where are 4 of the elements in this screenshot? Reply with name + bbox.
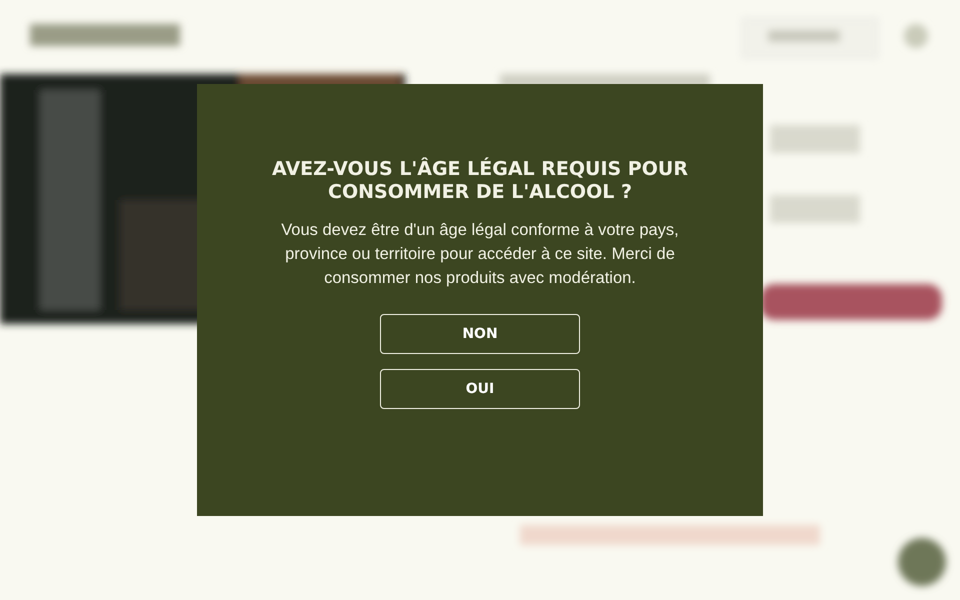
dialog-title: AVEZ-VOUS L'ÂGE LÉGAL REQUIS POUR CONSOMMER DE L'ALCOOL ? [271, 158, 689, 204]
decline-button[interactable]: NON [380, 314, 580, 354]
dialog-message: Vous devez être d'un âge légal conforme à votre pays, province ou territoire pour accéder à ce site. Merci de consommer nos produits avec modération. [280, 220, 680, 289]
confirm-button[interactable]: OUI [380, 369, 580, 409]
